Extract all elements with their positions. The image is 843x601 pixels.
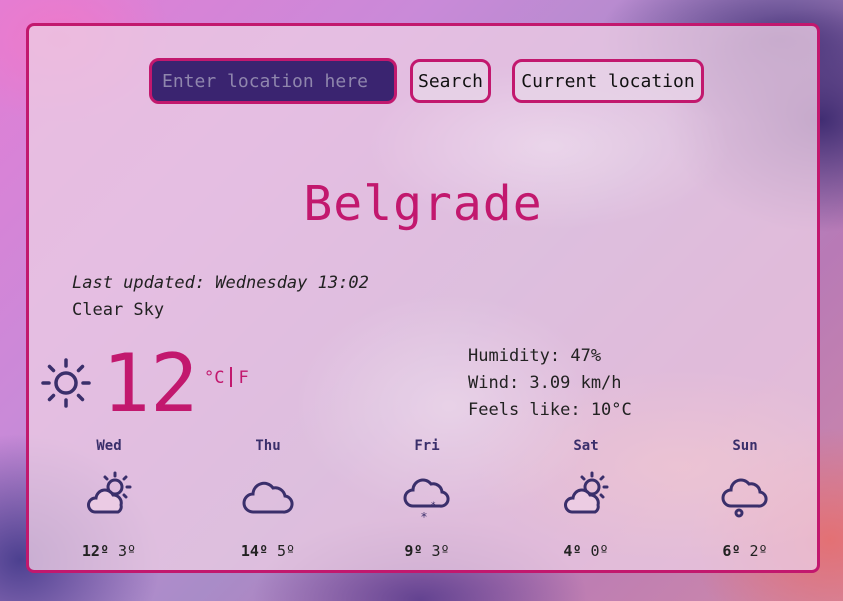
search-bar: Search Current location: [29, 58, 817, 106]
celsius-link[interactable]: °C: [204, 368, 224, 388]
forecast-max: 12º: [81, 542, 109, 560]
forecast-min: 0º: [590, 542, 609, 560]
forecast-min: 3º: [431, 542, 450, 560]
forecast-min: 5º: [277, 542, 296, 560]
current-temperature: 12: [102, 337, 199, 430]
forecast-temps: 12º 3º: [54, 542, 164, 560]
forecast-max: 4º: [563, 542, 582, 560]
forecast-temps: 9º 3º: [372, 542, 482, 560]
cloud-icon: [242, 481, 294, 514]
forecast-day-name: Sun: [732, 438, 758, 454]
forecast-day-name: Wed: [96, 438, 122, 454]
forecast-day-name: Sat: [573, 438, 599, 454]
wind-text: Wind: 3.09 km/h: [468, 373, 622, 393]
cloudy-icon: [721, 478, 768, 518]
partly-cloudy-icon: [87, 471, 132, 514]
last-updated-text: Last updated: Wednesday 13:02: [72, 273, 369, 293]
forecast-min: 3º: [118, 542, 137, 560]
unit-divider: [230, 367, 233, 387]
forecast-day: Sat 4º 0º: [531, 438, 641, 560]
forecast-temps: 6º 2º: [690, 542, 800, 560]
forecast-day: Sun 6º 2º: [690, 438, 800, 560]
forecast-temps: 14º 5º: [213, 542, 323, 560]
forecast-day-name: Thu: [255, 438, 281, 454]
forecast-day: Wed 12º 3º: [54, 438, 164, 560]
partly-cloudy-icon: [564, 471, 609, 514]
weather-description: Clear Sky: [72, 300, 165, 320]
location-search-input[interactable]: [149, 58, 397, 104]
humidity-text: Humidity: 47%: [468, 346, 602, 366]
sun-icon: [41, 358, 91, 408]
forecast-max: 14º: [240, 542, 268, 560]
forecast-day: Fri * * 9º 3º: [372, 438, 482, 560]
forecast-min: 2º: [749, 542, 768, 560]
current-location-button[interactable]: Current location: [512, 59, 704, 103]
forecast-day: Thu 14º 5º: [213, 438, 323, 560]
forecast-day-name: Fri: [414, 438, 440, 454]
weather-card: Search Current location Belgrade Last up…: [26, 23, 820, 573]
feels-like-text: Feels like: 10°C: [468, 400, 632, 420]
fahrenheit-link[interactable]: F: [238, 368, 248, 388]
city-name: Belgrade: [303, 176, 543, 232]
forecast-max: 9º: [404, 542, 423, 560]
unit-toggle: °C F: [204, 367, 249, 388]
weather-details: Humidity: 47% Wind: 3.09 km/h Feels like…: [468, 343, 632, 424]
forecast-max: 6º: [722, 542, 741, 560]
svg-text:*: *: [431, 501, 436, 511]
svg-text:*: *: [421, 510, 427, 524]
snow-icon: * *: [403, 478, 450, 524]
search-button[interactable]: Search: [410, 59, 491, 103]
forecast-temps: 4º 0º: [531, 542, 641, 560]
